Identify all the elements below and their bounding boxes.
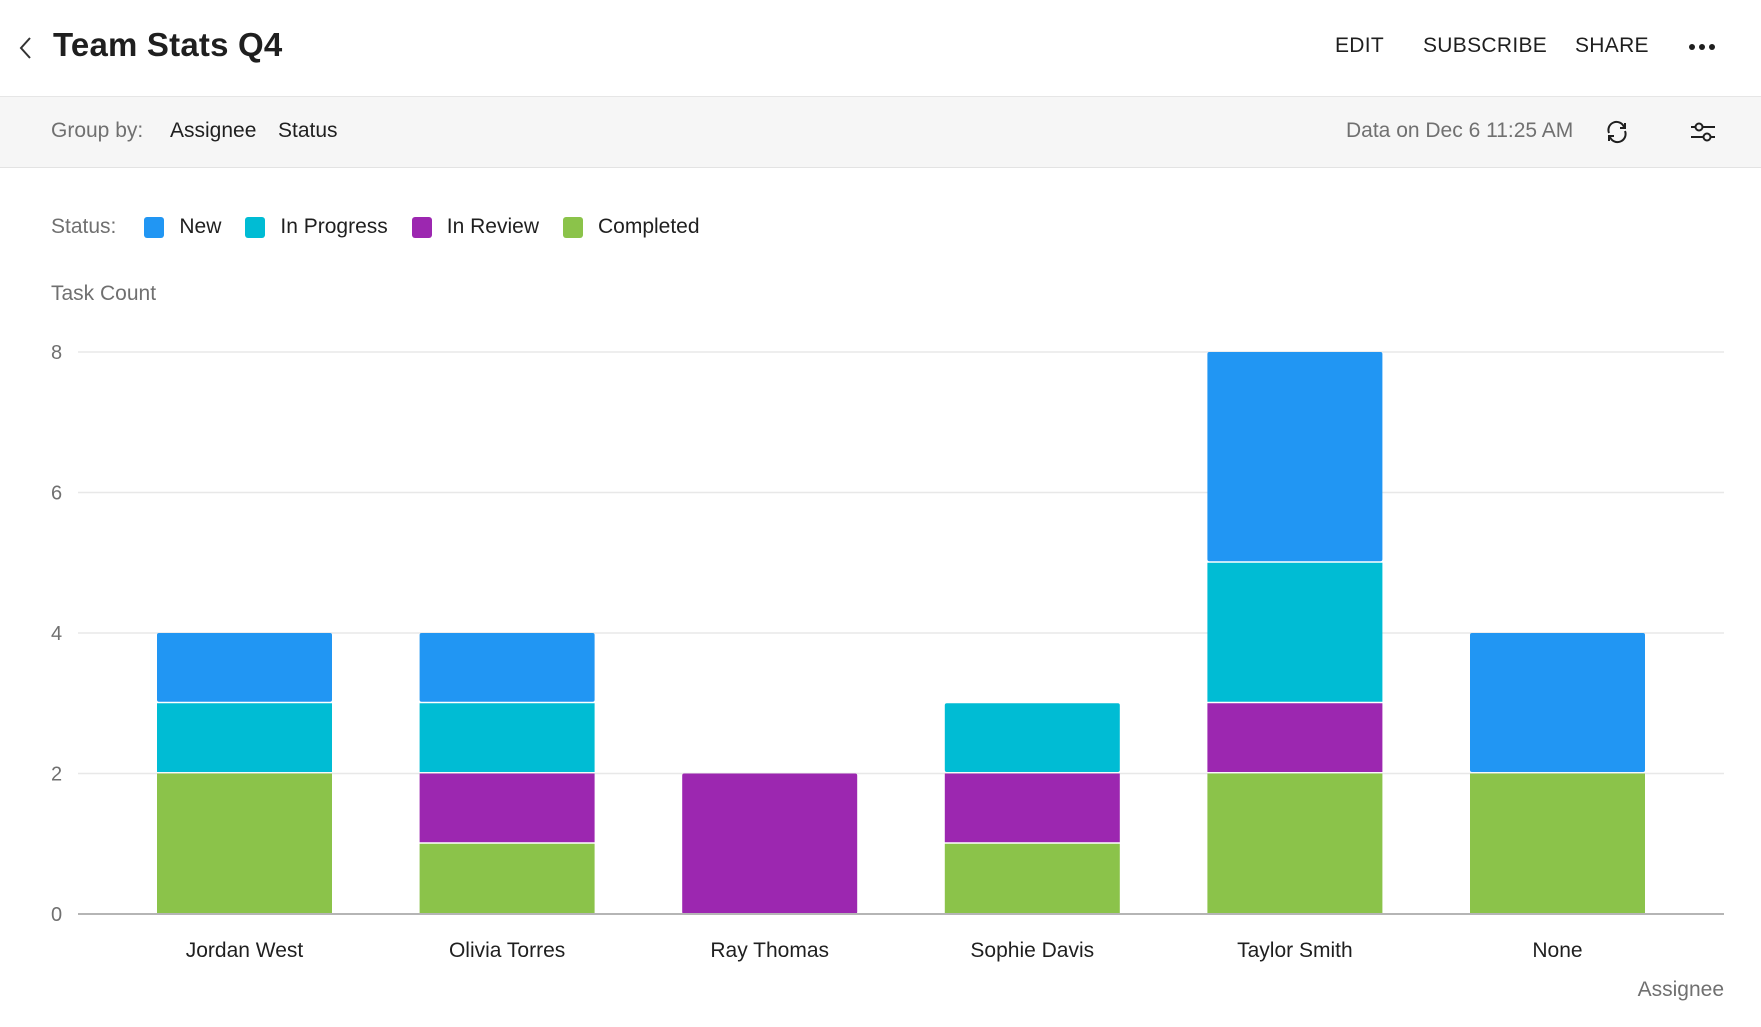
- stacked-bar-chart: 0 2 4 6 8 Jordan West Olivia Torres Ray Thomas S…: [51, 342, 1724, 962]
- bar-segment[interactable]: [157, 633, 332, 702]
- bar-segment[interactable]: [944, 843, 1120, 914]
- x-tick-label: Taylor Smith: [1237, 939, 1353, 962]
- x-tick-label: None: [1532, 939, 1582, 962]
- bar-segment[interactable]: [1207, 352, 1383, 562]
- bar-segment[interactable]: [157, 773, 332, 915]
- bar-segment[interactable]: [419, 843, 595, 914]
- y-tick-label: 2: [51, 764, 62, 786]
- y-tick-label: 6: [51, 483, 62, 505]
- y-tick-label: 0: [51, 904, 62, 926]
- x-tick-label: Sophie Davis: [970, 939, 1094, 962]
- bar-segment[interactable]: [419, 703, 595, 772]
- bar-segment[interactable]: [1470, 633, 1645, 772]
- x-tick-label: Jordan West: [186, 939, 304, 962]
- x-tick-label: Olivia Torres: [449, 939, 565, 962]
- bar-segment[interactable]: [944, 703, 1120, 772]
- x-axis-title: Assignee: [1637, 978, 1724, 1001]
- y-tick-label: 8: [51, 342, 62, 364]
- bar-segment[interactable]: [157, 703, 332, 772]
- bar-segment[interactable]: [1470, 773, 1645, 915]
- bar-segment[interactable]: [682, 773, 858, 915]
- bar-segment[interactable]: [1207, 703, 1383, 772]
- y-tick-label: 4: [51, 623, 62, 645]
- bar-segment[interactable]: [419, 633, 595, 702]
- bar-segment[interactable]: [944, 773, 1120, 843]
- x-tick-label: Ray Thomas: [710, 939, 829, 962]
- bar-segment[interactable]: [1207, 773, 1383, 915]
- bar-segment[interactable]: [1207, 562, 1383, 702]
- bar-segment[interactable]: [419, 773, 595, 843]
